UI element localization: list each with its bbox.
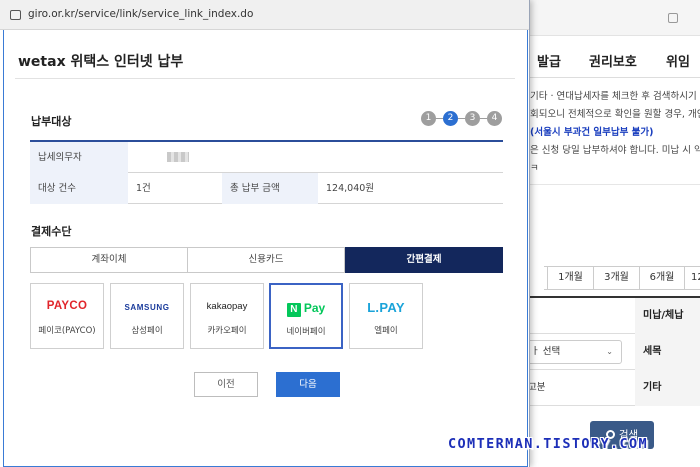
notice-line: 은 신청 당일 납부하셔야 합니다. 미납 시 익일: [530, 145, 700, 156]
pay-option-kakaopay[interactable]: kakaopay 카카오페이: [190, 283, 264, 349]
period-button-12m[interactable]: 12: [684, 266, 700, 290]
tab-credit-card[interactable]: 신용카드: [187, 247, 345, 273]
url-text[interactable]: giro.or.kr/service/link/service_link_ind…: [28, 8, 253, 20]
table-cell: ㅏ 선택 ⌄: [526, 334, 635, 370]
divider: [530, 184, 700, 185]
nav-item-rights[interactable]: 권리보호: [589, 51, 637, 70]
notice-line-highlight: (서울시 부과건 일부납부 불가): [530, 127, 654, 138]
step-indicator: 1 2 3 4: [421, 111, 503, 127]
etc-label: 기타: [635, 370, 700, 406]
tax-item-label: 세목: [635, 334, 700, 370]
select-dropdown[interactable]: ㅏ 선택 ⌄: [526, 340, 622, 364]
payer-label: 납세의무자: [30, 142, 128, 173]
site-info-icon[interactable]: [10, 10, 21, 20]
url-bar[interactable]: giro.or.kr/service/link/service_link_ind…: [0, 0, 529, 30]
payment-popup-window: giro.or.kr/service/link/service_link_ind…: [0, 0, 530, 467]
lpay-logo: L.PAY: [367, 300, 405, 315]
pay-option-label: 엘페이: [374, 326, 398, 336]
select-value: 선택: [542, 346, 561, 357]
table-cell: [530, 298, 635, 334]
search-table: 미납/체납 ㅏ 선택 ⌄ 세목 고분 기타: [526, 296, 700, 408]
nav-item-delegation[interactable]: 위임: [666, 51, 690, 70]
pay-option-label: 삼성페이: [131, 326, 163, 336]
pay-option-label: 카카오페이: [207, 326, 247, 336]
nav-item-issue[interactable]: 발급: [537, 51, 561, 70]
step-1: 1: [421, 111, 436, 126]
kakaopay-logo: kakaopay: [206, 301, 248, 312]
step-3: 3: [465, 111, 480, 126]
total-label: 총 납부 금액: [222, 173, 318, 204]
payment-tabs: 계좌이체 신용카드 간편결제: [30, 247, 503, 273]
table-cell: 고분: [528, 370, 635, 406]
table-row: ㅏ 선택 ⌄ 세목: [526, 334, 700, 370]
unpaid-label: 미납/체납: [635, 298, 700, 334]
period-button-6m[interactable]: 6개월: [639, 266, 685, 290]
window-control-icon[interactable]: [668, 13, 678, 23]
divider: [15, 78, 515, 79]
background-nav: 발급 권리보호 위임: [530, 42, 700, 78]
count-value: 1건: [136, 183, 151, 194]
notice-line: ㅋ: [530, 163, 539, 174]
naverpay-logo-text: Pay: [303, 301, 326, 315]
period-button-1m[interactable]: 1개월: [547, 266, 594, 290]
pay-option-payco[interactable]: PAYCO 페이코(PAYCO): [30, 283, 104, 349]
background-browser-bar: [530, 0, 700, 36]
naverpay-logo: N Pay: [271, 301, 341, 317]
pay-option-samsungpay[interactable]: SAMSUNG 삼성페이: [110, 283, 184, 349]
payment-section-title: 결제수단: [31, 225, 72, 238]
select-value: ㅏ: [531, 346, 543, 357]
target-section-title: 납부대상: [31, 115, 72, 128]
notice-line: 회되오니 전체적으로 확인을 원할 경우, 개인: [530, 109, 700, 120]
table-row: 납세의무자: [30, 142, 503, 173]
period-button-3m[interactable]: 3개월: [593, 266, 640, 290]
notice-line: 기타 · 연대납세자를 체크한 후 검색하시기 바: [530, 91, 700, 102]
table-row: 대상 건수 1건 총 납부 금액 124,040원: [30, 173, 503, 204]
step-4: 4: [487, 111, 502, 126]
step-2-active: 2: [443, 111, 458, 126]
pay-option-label: 네이버페이: [286, 327, 326, 337]
watermark-text: COMTERMAN.TISTORY.COM: [448, 436, 649, 452]
tab-easy-pay[interactable]: 간편결제: [345, 247, 503, 273]
next-button[interactable]: 다음: [276, 372, 340, 397]
prev-button[interactable]: 이전: [194, 372, 258, 397]
masked-name: [167, 152, 189, 162]
tab-bank-transfer[interactable]: 계좌이체: [30, 247, 188, 273]
cell-text: 고분: [528, 382, 546, 393]
table-row: 미납/체납: [530, 298, 700, 334]
total-value: 124,040원: [326, 183, 375, 194]
samsung-logo: SAMSUNG: [124, 303, 170, 312]
count-label: 대상 건수: [30, 173, 128, 204]
step-connector: [458, 118, 465, 119]
pay-option-naverpay[interactable]: N Pay 네이버페이: [269, 283, 343, 349]
notice-text: 기타 · 연대납세자를 체크한 후 검색하시기 바 회되오니 전체적으로 확인을…: [530, 88, 700, 178]
popup-title: wetax 위택스 인터넷 납부: [18, 54, 184, 70]
step-connector: [436, 118, 443, 119]
naver-n-icon: N: [286, 303, 301, 317]
step-connector: [480, 118, 487, 119]
target-info-table: 납세의무자 대상 건수 1건 총 납부 금액 124,040원: [30, 140, 503, 204]
pay-option-lpay[interactable]: L.PAY 엘페이: [349, 283, 423, 349]
pay-option-label: 페이코(PAYCO): [38, 326, 96, 336]
payco-logo: PAYCO: [46, 300, 88, 312]
chevron-down-icon: ⌄: [606, 347, 613, 356]
table-row: 고분 기타: [528, 370, 700, 406]
